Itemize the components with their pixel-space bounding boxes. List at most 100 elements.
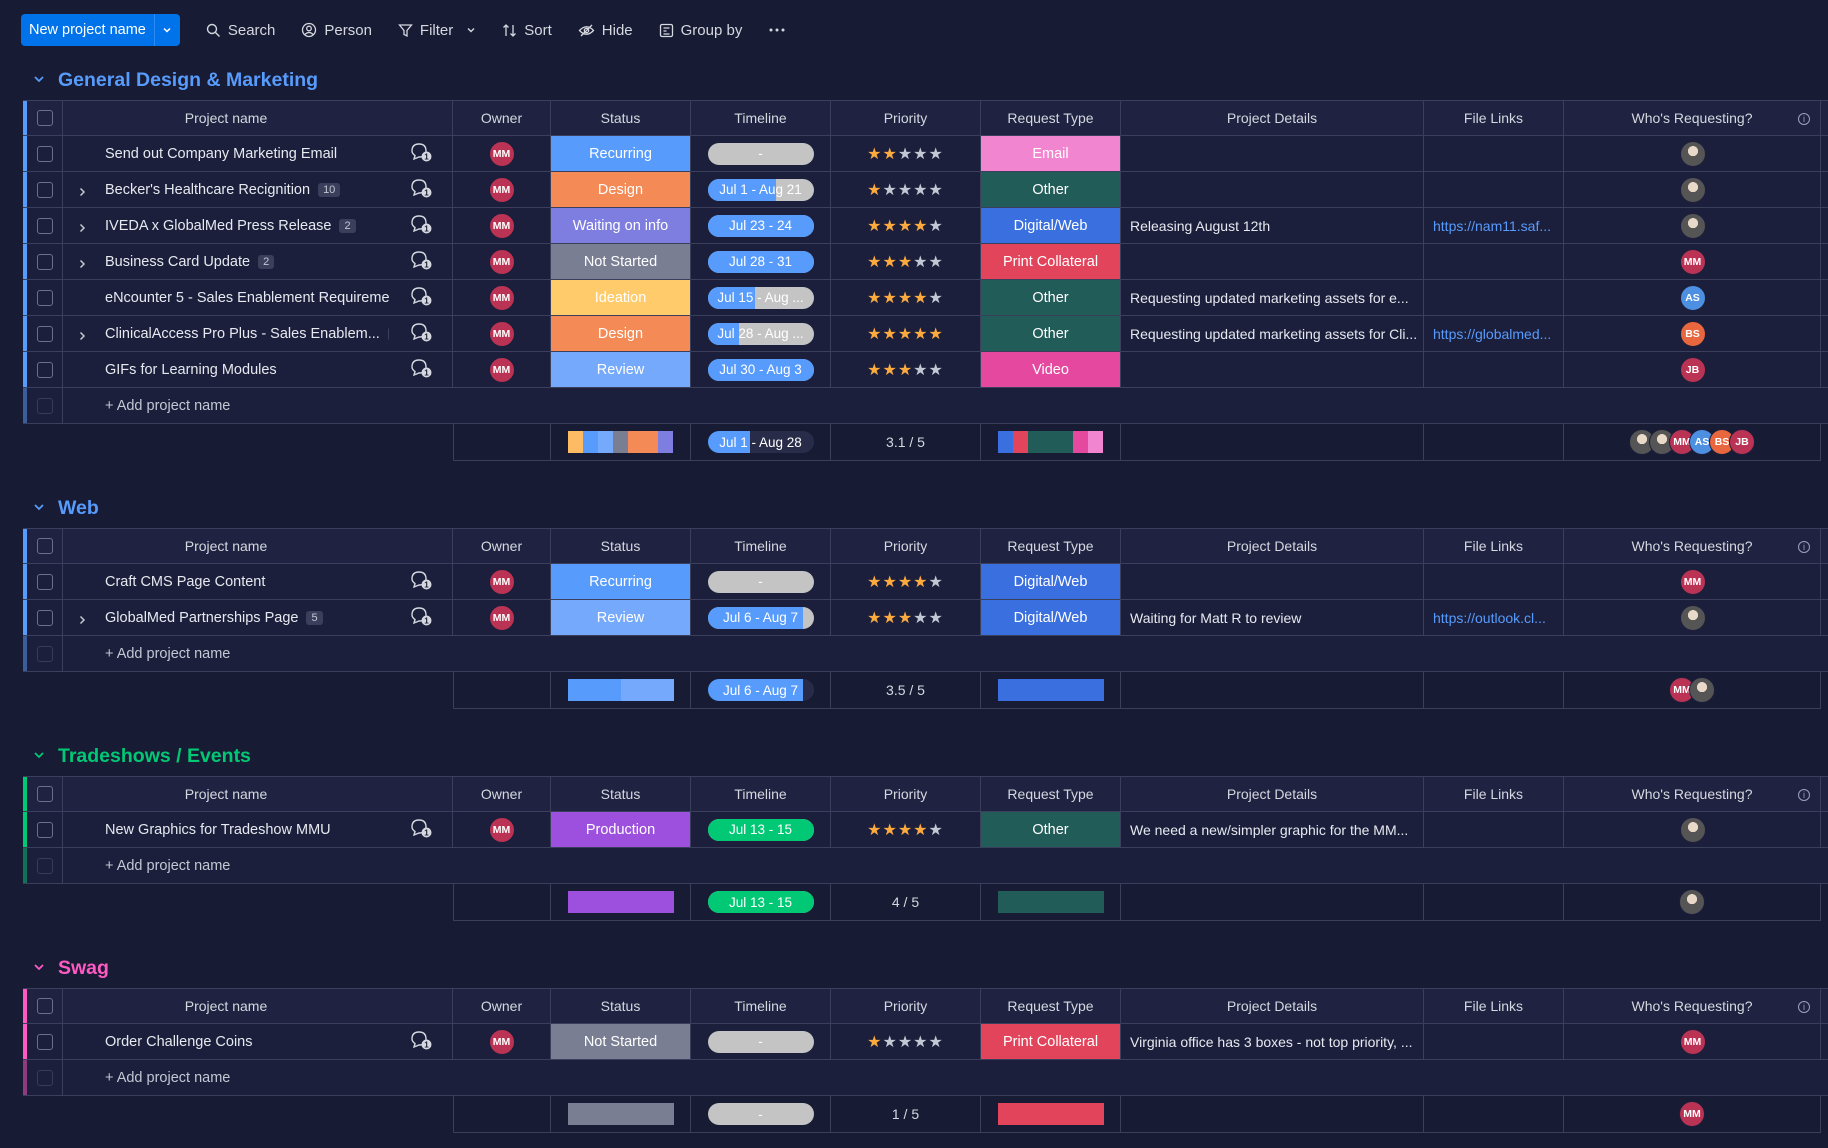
request-type-label[interactable]: Print Collateral	[981, 1024, 1120, 1059]
project-name-cell[interactable]: ClinicalAccess Pro Plus - Sales Enablem.…	[63, 316, 389, 351]
project-name-cell[interactable]: Business Card Update 2	[63, 244, 389, 279]
file-links-cell[interactable]: https://outlook.cl...	[1424, 600, 1564, 635]
project-name-cell[interactable]: Craft CMS Page Content	[63, 564, 389, 599]
row-checkbox-cell[interactable]	[27, 600, 63, 635]
column-header-priority[interactable]: Priority	[831, 989, 981, 1023]
subitems-count-badge[interactable]: 2	[258, 254, 275, 269]
timeline-pill[interactable]: Jul 6 - Aug 7	[707, 679, 814, 701]
project-details-cell[interactable]	[1121, 244, 1424, 279]
table-row[interactable]: Send out Company Marketing Email 1 MM Recur…	[23, 136, 1828, 172]
requester-cell[interactable]: AS	[1564, 280, 1821, 315]
requester-cell[interactable]: MM	[1564, 564, 1821, 599]
updates-cell[interactable]: 1	[389, 812, 453, 847]
file-links-cell[interactable]	[1424, 172, 1564, 207]
project-details-cell[interactable]: We need a new/simpler graphic for the MM…	[1121, 812, 1424, 847]
status-label[interactable]: Design	[551, 172, 690, 207]
column-header-links[interactable]: File Links	[1424, 101, 1564, 135]
timeline-pill[interactable]: Jul 15 - Aug ...	[707, 286, 814, 309]
owner-cell[interactable]: MM	[453, 600, 551, 635]
updates-cell[interactable]: 1	[389, 564, 453, 599]
status-cell[interactable]: Ideation	[551, 280, 691, 315]
timeline-cell[interactable]: Jul 28 - 31	[691, 244, 831, 279]
file-links-cell[interactable]	[1424, 812, 1564, 847]
add-item-input[interactable]: + Add project name	[105, 636, 230, 671]
priority-rating[interactable]: ★★★★★	[867, 180, 944, 200]
owner-cell[interactable]: MM	[453, 280, 551, 315]
summary-priority-cell[interactable]: 3.5 / 5	[831, 672, 981, 709]
summary-priority-cell[interactable]: 4 / 5	[831, 884, 981, 921]
add-row[interactable]: + Add project name	[23, 1060, 1828, 1096]
project-name[interactable]: GIFs for Learning Modules	[105, 352, 277, 387]
person-filter-button[interactable]: Person	[301, 22, 372, 39]
add-update-icon[interactable]: 1	[409, 285, 433, 310]
project-name[interactable]: IVEDA x GlobalMed Press Release 2	[105, 208, 356, 243]
requester-cell[interactable]: BS	[1564, 316, 1821, 351]
status-label[interactable]: Review	[551, 352, 690, 387]
requester-cell[interactable]	[1564, 136, 1821, 171]
summary-timeline-cell[interactable]: Jul 13 - 15	[691, 884, 831, 921]
info-icon[interactable]: i	[1798, 113, 1810, 125]
timeline-cell[interactable]: -	[691, 1024, 831, 1059]
column-header-priority[interactable]: Priority	[831, 777, 981, 811]
column-header-name[interactable]: Project name	[63, 101, 389, 135]
status-cell[interactable]: Not Started	[551, 1024, 691, 1059]
column-header-timeline[interactable]: Timeline	[691, 777, 831, 811]
summary-details-cell[interactable]	[1121, 1096, 1424, 1133]
table-row[interactable]: eNcounter 5 - Sales Enablement Requireme…	[23, 280, 1828, 316]
add-row[interactable]: + Add project name	[23, 636, 1828, 672]
request-type-cell[interactable]: Digital/Web	[981, 208, 1121, 243]
summary-type-cell[interactable]	[981, 1096, 1121, 1133]
file-link[interactable]: https://globalmed...	[1433, 326, 1551, 342]
add-item-cell[interactable]: + Add project name	[63, 636, 1821, 671]
request-type-cell[interactable]: Email	[981, 136, 1121, 171]
request-type-cell[interactable]: Digital/Web	[981, 600, 1121, 635]
summary-status-cell[interactable]	[551, 1096, 691, 1133]
add-update-icon[interactable]: 1	[409, 213, 433, 238]
priority-cell[interactable]: ★★★★★	[831, 136, 981, 171]
request-type-distribution-bar[interactable]	[997, 431, 1104, 453]
group-title[interactable]: Tradeshows / Events	[58, 745, 251, 768]
project-details-cell[interactable]: Requesting updated marketing assets for …	[1121, 280, 1424, 315]
requester-cell[interactable]	[1564, 812, 1821, 847]
request-type-label[interactable]: Digital/Web	[981, 600, 1120, 635]
add-update-icon[interactable]: 1	[409, 817, 433, 842]
group-header[interactable]: Tradeshows / Events	[33, 742, 251, 770]
updates-cell[interactable]: 1	[389, 316, 453, 351]
group-title[interactable]: Swag	[58, 957, 109, 980]
row-checkbox[interactable]	[36, 573, 53, 590]
timeline-pill[interactable]: Jul 28 - 31	[707, 250, 814, 273]
info-icon[interactable]: i	[1798, 789, 1810, 801]
add-update-icon[interactable]: 1	[409, 605, 433, 630]
timeline-cell[interactable]: Jul 30 - Aug 3	[691, 352, 831, 387]
priority-cell[interactable]: ★★★★★	[831, 208, 981, 243]
timeline-cell[interactable]: -	[691, 136, 831, 171]
updates-cell[interactable]: 1	[389, 280, 453, 315]
column-header-status[interactable]: Status	[551, 989, 691, 1023]
request-type-cell[interactable]: Video	[981, 352, 1121, 387]
chevron-right-icon[interactable]	[77, 220, 87, 233]
summary-requester-cell[interactable]: MM AS BS JB	[1564, 424, 1821, 461]
add-item-cell[interactable]: + Add project name	[63, 388, 1821, 423]
file-links-cell[interactable]	[1424, 280, 1564, 315]
project-name[interactable]: Business Card Update 2	[105, 244, 275, 279]
group-collapse-icon[interactable]	[33, 500, 45, 517]
column-header-details[interactable]: Project Details	[1121, 101, 1424, 135]
updates-cell[interactable]: 1	[389, 244, 453, 279]
status-distribution-bar[interactable]	[567, 431, 674, 453]
row-checkbox-cell[interactable]	[27, 564, 63, 599]
timeline-cell[interactable]: Jul 13 - 15	[691, 812, 831, 847]
priority-cell[interactable]: ★★★★★	[831, 1024, 981, 1059]
row-checkbox-cell[interactable]	[27, 136, 63, 171]
column-header-requester[interactable]: Who's Requesting? i	[1564, 101, 1821, 135]
priority-rating[interactable]: ★★★★★	[867, 144, 944, 164]
owner-cell[interactable]: MM	[453, 316, 551, 351]
subitems-count-badge[interactable]: 2	[339, 218, 356, 233]
timeline-pill[interactable]: -	[707, 1103, 814, 1125]
column-header-details[interactable]: Project Details	[1121, 777, 1424, 811]
request-type-label[interactable]: Other	[981, 172, 1120, 207]
timeline-cell[interactable]: Jul 28 - Aug ...	[691, 316, 831, 351]
column-header-name[interactable]: Project name	[63, 529, 389, 563]
summary-status-cell[interactable]	[551, 884, 691, 921]
status-distribution-bar[interactable]	[567, 1103, 674, 1125]
status-cell[interactable]: Review	[551, 600, 691, 635]
